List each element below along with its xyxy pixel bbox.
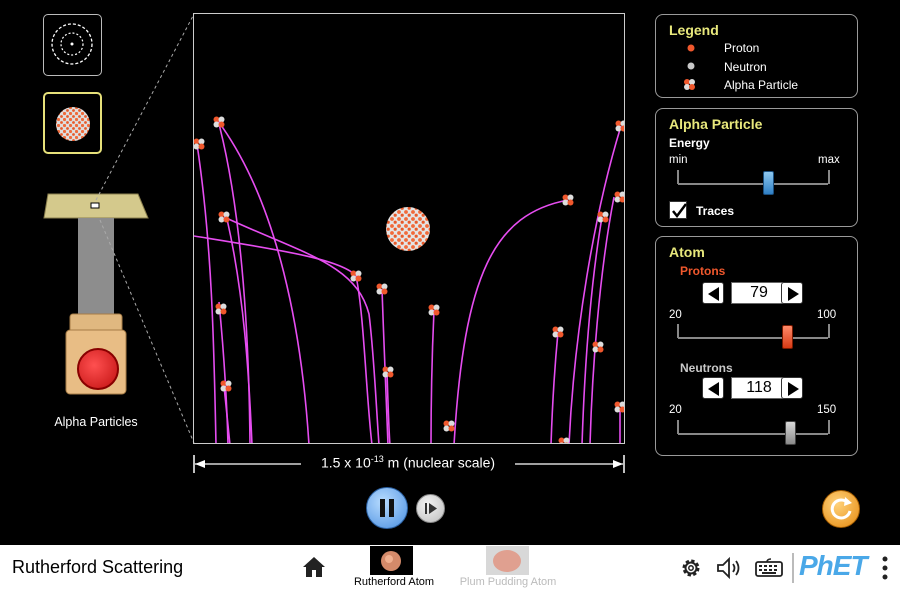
energy-slider-thumb[interactable] xyxy=(763,171,774,195)
protons-max-label: 100 xyxy=(817,309,837,321)
neutrons-increment-button[interactable] xyxy=(781,377,803,399)
screen-tab-rutherford-atom[interactable]: Rutherford Atom xyxy=(348,545,440,591)
screen-tab-plum-pudding-atom[interactable]: Plum Pudding Atom xyxy=(453,545,563,591)
rutherford-atom-thumbnail xyxy=(381,551,401,571)
energy-label: Energy xyxy=(669,136,710,150)
protons-label: Protons xyxy=(680,264,726,278)
plum-pudding-thumbnail xyxy=(493,550,521,572)
neutrons-min-label: 20 xyxy=(669,404,682,416)
protons-increment-button[interactable] xyxy=(781,282,803,304)
step-forward-icon xyxy=(425,503,437,514)
legend-alpha-label: Alpha Particle xyxy=(724,78,799,92)
reset-all-icon xyxy=(830,497,852,520)
traces-checkbox[interactable] xyxy=(669,201,687,219)
legend-proton-label: Proton xyxy=(724,41,760,55)
checkmark-icon xyxy=(672,203,687,219)
keyboard-icon[interactable] xyxy=(755,558,783,578)
scale-bar: 1.5 x 10-13 m (nuclear scale) xyxy=(193,453,625,475)
energy-min-label: min xyxy=(669,154,688,166)
settings-icon[interactable] xyxy=(679,556,703,580)
neutrons-label: Neutrons xyxy=(680,361,733,375)
legend-title: Legend xyxy=(669,22,719,38)
scattering-view xyxy=(193,13,625,444)
screen-tab-rutherford-label: Rutherford Atom xyxy=(353,576,435,588)
alpha-particle-icon xyxy=(684,79,695,90)
proton-icon xyxy=(687,44,695,52)
sound-icon[interactable] xyxy=(716,556,744,580)
pause-icon xyxy=(380,499,394,517)
neutrons-decrement-button[interactable] xyxy=(702,377,724,399)
scale-label: 1.5 x 10-13 m (nuclear scale) xyxy=(320,454,496,471)
neutrons-slider-thumb[interactable] xyxy=(785,421,796,445)
screen-tab-plum-pudding-label: Plum Pudding Atom xyxy=(459,576,557,588)
trace-canvas xyxy=(194,116,624,443)
gold-nucleus xyxy=(386,207,430,251)
energy-max-label: max xyxy=(818,154,840,166)
atom-panel: Atom Protons 79 20 100 Neutrons 118 20 1… xyxy=(655,236,858,456)
alpha-particles xyxy=(194,116,624,443)
phet-logo[interactable]: PhET xyxy=(799,550,868,582)
protons-decrement-button[interactable] xyxy=(702,282,724,304)
protons-value: 79 xyxy=(731,282,787,304)
neutrons-value: 118 xyxy=(731,377,787,399)
alpha-panel-title: Alpha Particle xyxy=(669,116,763,132)
alpha-particle-panel: Alpha Particle Energy min max Traces xyxy=(655,108,858,227)
traces-label: Traces xyxy=(696,204,735,218)
protons-min-label: 20 xyxy=(669,309,682,321)
atom-panel-title: Atom xyxy=(669,244,705,260)
reset-all-button[interactable] xyxy=(822,490,860,528)
protons-slider-thumb[interactable] xyxy=(782,325,793,349)
sim-title: Rutherford Scattering xyxy=(12,557,184,577)
neutron-icon xyxy=(687,62,695,70)
legend-neutron-label: Neutron xyxy=(724,60,767,74)
step-forward-button[interactable] xyxy=(416,494,445,523)
legend-panel: Legend Proton Neutron Alpha Particle xyxy=(655,14,858,98)
more-options-icon[interactable] xyxy=(880,555,890,581)
zoom-projection-lines xyxy=(95,13,195,444)
protons-slider-track[interactable] xyxy=(678,337,828,339)
navigation-bar: Rutherford Scattering Rutherford Atom Pl… xyxy=(0,545,900,591)
alpha-traces xyxy=(194,120,622,443)
play-pause-button[interactable] xyxy=(366,487,408,529)
home-icon[interactable] xyxy=(302,556,326,578)
energy-slider-track[interactable] xyxy=(678,183,828,185)
neutrons-max-label: 150 xyxy=(817,404,837,416)
neutrons-slider-track[interactable] xyxy=(678,433,828,435)
